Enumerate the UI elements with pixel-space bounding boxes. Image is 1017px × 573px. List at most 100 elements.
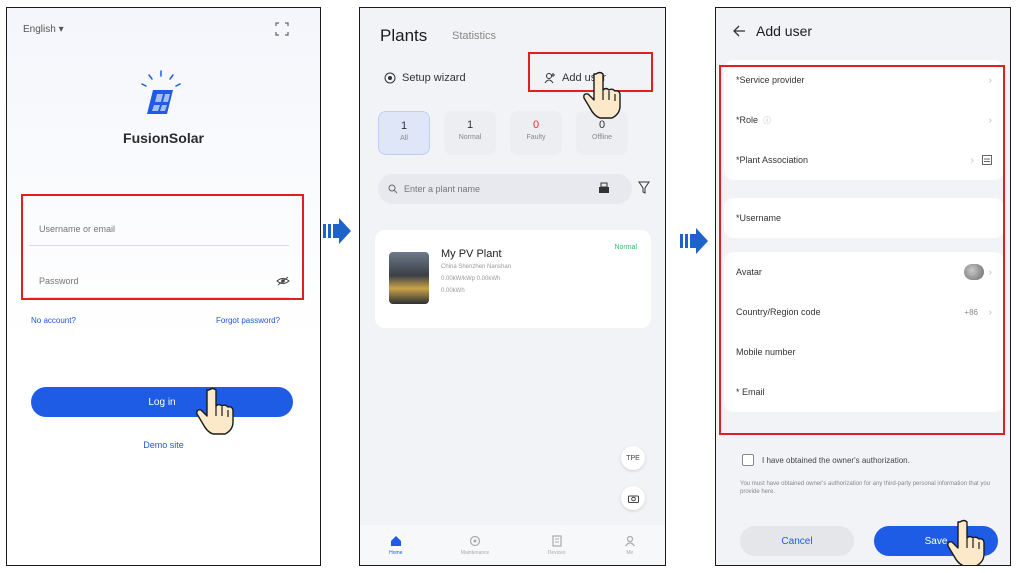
- avatar-row[interactable]: Avatar ›: [724, 252, 1004, 292]
- profile-icon: [624, 535, 635, 546]
- password-input[interactable]: [39, 275, 289, 286]
- email-row[interactable]: * Email: [724, 372, 1004, 412]
- pointing-hand-icon: [583, 71, 621, 119]
- nav-label: Maintenance: [460, 549, 490, 556]
- mobile-number-row[interactable]: Mobile number: [724, 332, 1004, 372]
- filter-label: All: [400, 135, 408, 142]
- pointing-hand-icon: [196, 387, 234, 435]
- filter-label: Faulty: [526, 134, 546, 141]
- info-icon: ⓘ: [763, 115, 772, 125]
- row-label: Country/Region code: [736, 307, 821, 317]
- home-icon: [390, 535, 401, 546]
- nav-label: Home: [389, 549, 403, 556]
- plant-name: My PV Plant: [441, 248, 502, 260]
- filter-normal[interactable]: 1 Normal: [444, 111, 496, 155]
- chevron-right-icon: ›: [988, 74, 992, 86]
- nav-devices[interactable]: Devices: [547, 534, 566, 556]
- search-icon: [388, 184, 398, 194]
- user-add-icon: [544, 73, 555, 84]
- row-label: *Username: [736, 213, 782, 223]
- list-icon[interactable]: [982, 155, 992, 165]
- wizard-icon: [384, 72, 396, 84]
- row-label: *Plant Association: [736, 155, 809, 165]
- tab-statistics[interactable]: Statistics: [452, 30, 496, 42]
- login-screen: English ▾ FusionSolar No account? Forgot…: [6, 7, 321, 566]
- authorization-notice: You must have obtained owner's authoriza…: [740, 481, 991, 495]
- arrow-right-icon: [323, 218, 351, 244]
- chevron-right-icon: ›: [988, 306, 992, 318]
- devices-icon: [552, 534, 562, 547]
- cancel-button[interactable]: Cancel: [740, 526, 854, 556]
- camera-button[interactable]: [621, 486, 645, 510]
- authorization-checkbox[interactable]: I have obtained the owner's authorizatio…: [742, 454, 910, 466]
- plant-search[interactable]: Enter a plant name: [378, 174, 632, 204]
- nav-maintenance[interactable]: Maintenance: [460, 535, 490, 556]
- form-group-username: *Username: [724, 198, 1004, 238]
- fusionsolar-logo-icon: [141, 70, 181, 114]
- row-label: *Role: [736, 115, 759, 125]
- page-title: Plants: [380, 26, 428, 45]
- plant-thumbnail: [389, 252, 429, 304]
- maintenance-icon: [469, 535, 481, 546]
- nav-home[interactable]: Home: [389, 535, 402, 556]
- filter-icon[interactable]: [638, 181, 650, 195]
- service-provider-row[interactable]: *Service provider ›: [724, 60, 1004, 100]
- eye-off-icon[interactable]: [276, 276, 290, 286]
- bottom-nav: Home Maintenance Devices Me: [360, 525, 665, 565]
- nav-label: Devices: [547, 549, 566, 556]
- chevron-right-icon: ›: [988, 266, 992, 278]
- plant-power: 0.00kW/kWp 0.00kWh: [441, 276, 501, 282]
- form-group-assignment: *Service provider › *Role ⓘ › *Plant Ass…: [724, 60, 1004, 180]
- form-group-contact: Avatar › Country/Region code +86 › Mobil…: [724, 252, 1004, 412]
- checkbox[interactable]: [742, 454, 754, 466]
- pointing-hand-icon: [947, 519, 985, 565]
- username-row[interactable]: *Username: [724, 198, 1004, 238]
- chevron-right-icon: ›: [988, 114, 992, 126]
- back-arrow-icon[interactable]: [732, 24, 746, 38]
- plant-energy: 0.00kWh: [441, 288, 465, 294]
- setup-wizard-label: Setup wizard: [402, 72, 466, 84]
- nav-label: Me: [626, 549, 634, 556]
- plant-address: China Shenzhen Nanshan: [441, 264, 512, 270]
- country-code-row[interactable]: Country/Region code +86 ›: [724, 292, 1004, 332]
- username-input[interactable]: [39, 223, 289, 234]
- plant-association-row[interactable]: *Plant Association ›: [724, 140, 1004, 180]
- plant-card[interactable]: My PV Plant Normal China Shenzhen Nansha…: [375, 230, 651, 328]
- login-button[interactable]: Log in: [31, 387, 293, 417]
- search-placeholder: Enter a plant name: [404, 184, 481, 194]
- filter-faulty[interactable]: 0 Faulty: [510, 111, 562, 155]
- plants-screen: Plants Statistics Setup wizard Add user …: [359, 7, 666, 566]
- scan-icon[interactable]: [275, 22, 289, 36]
- password-field[interactable]: [29, 264, 289, 298]
- fab-button[interactable]: TPE: [621, 446, 645, 470]
- role-row[interactable]: *Role ⓘ ›: [724, 100, 1004, 140]
- status-badge: Normal: [614, 244, 637, 251]
- filter-all[interactable]: 1 All: [378, 111, 430, 155]
- avatar: [964, 264, 984, 280]
- filter-label: Offline: [591, 134, 613, 141]
- row-label: Mobile number: [736, 347, 796, 357]
- filter-count: 0: [598, 119, 606, 131]
- add-user-screen: Add user *Service provider › *Role ⓘ › *…: [715, 7, 1011, 566]
- arrow-right-icon: [680, 228, 708, 254]
- language-selector[interactable]: English ▾: [23, 24, 64, 35]
- setup-wizard-button[interactable]: Setup wizard: [384, 72, 466, 84]
- nav-me[interactable]: Me: [624, 535, 636, 556]
- demo-site-link[interactable]: Demo site: [7, 440, 320, 450]
- row-label: Avatar: [736, 267, 762, 277]
- camera-icon: [627, 495, 639, 503]
- app-name: FusionSolar: [123, 130, 204, 146]
- no-account-link[interactable]: No account?: [31, 316, 76, 325]
- forgot-password-link[interactable]: Forgot password?: [216, 316, 280, 325]
- filter-count: 0: [532, 119, 540, 131]
- row-label: *Service provider: [736, 75, 805, 85]
- row-label: * Email: [736, 387, 765, 397]
- filter-count: 1: [466, 119, 474, 131]
- map-icon[interactable]: [598, 182, 610, 194]
- filter-label: Normal: [458, 134, 482, 141]
- page-title: Add user: [756, 23, 813, 39]
- username-field[interactable]: [29, 212, 289, 246]
- country-code-value: +86: [964, 307, 978, 317]
- chevron-right-icon: ›: [970, 154, 974, 166]
- authorization-label: I have obtained the owner's authorizatio…: [762, 455, 910, 465]
